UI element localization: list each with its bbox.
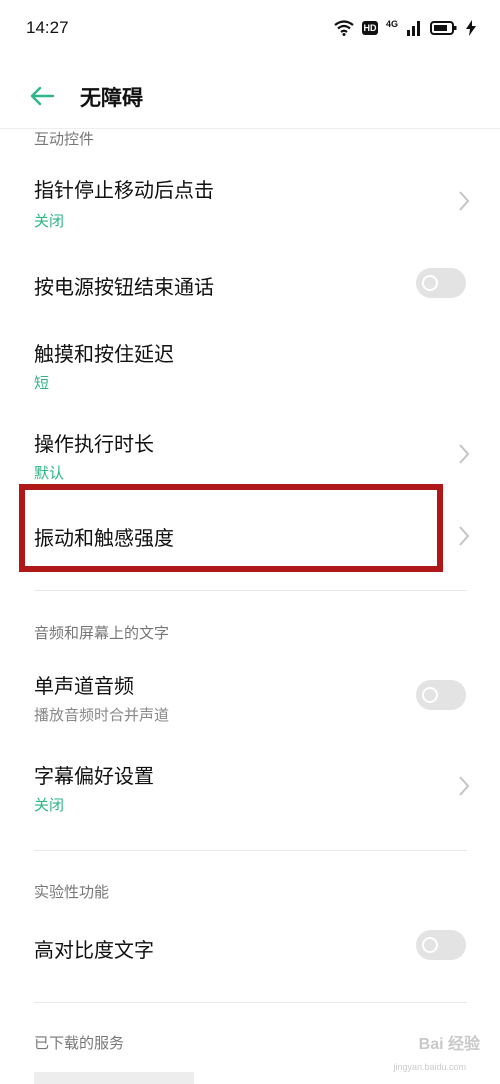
battery-icon bbox=[430, 21, 457, 35]
toggle-knob bbox=[422, 687, 438, 703]
row-title: 按电源按钮结束通话 bbox=[34, 275, 214, 299]
mono-audio-toggle[interactable] bbox=[416, 680, 466, 710]
row-high-contrast-text[interactable]: 高对比度文字 bbox=[0, 910, 500, 982]
charging-icon bbox=[466, 20, 476, 36]
divider bbox=[34, 850, 467, 851]
row-subtitle: 关闭 bbox=[34, 796, 65, 814]
status-bar: 14:27 HD 4G bbox=[0, 0, 500, 60]
row-caption-preferences[interactable]: 字幕偏好设置 关闭 bbox=[0, 746, 500, 826]
watermark: Bai 经验 bbox=[418, 1036, 480, 1053]
row-dwell-click[interactable]: 指针停止移动后点击 关闭 bbox=[0, 160, 500, 240]
chevron-right-icon bbox=[459, 444, 470, 464]
app-header: 无障碍 bbox=[0, 60, 500, 129]
section-header-interaction-controls: 互动控件 bbox=[34, 130, 95, 148]
divider bbox=[34, 1002, 467, 1003]
row-vibration-haptics[interactable]: 振动和触感强度 bbox=[0, 494, 500, 570]
row-title: 触摸和按住延迟 bbox=[34, 342, 174, 366]
row-title: 操作执行时长 bbox=[34, 432, 154, 456]
high-contrast-text-toggle[interactable] bbox=[416, 930, 466, 960]
divider bbox=[34, 590, 467, 591]
arrow-left-icon bbox=[30, 86, 55, 106]
row-power-ends-call[interactable]: 按电源按钮结束通话 bbox=[0, 248, 500, 320]
toggle-knob bbox=[422, 937, 438, 953]
row-title: 字幕偏好设置 bbox=[34, 764, 154, 788]
chevron-right-icon bbox=[459, 776, 470, 796]
row-title: 单声道音频 bbox=[34, 674, 134, 698]
cut-off-row bbox=[34, 1072, 194, 1084]
back-button[interactable] bbox=[26, 80, 58, 112]
toggle-knob bbox=[422, 275, 438, 291]
section-header-audio-text: 音频和屏幕上的文字 bbox=[34, 624, 170, 642]
page-title: 无障碍 bbox=[80, 86, 143, 110]
row-action-duration[interactable]: 操作执行时长 默认 bbox=[0, 412, 500, 492]
section-header-experimental: 实验性功能 bbox=[34, 883, 110, 901]
status-time: 14:27 bbox=[26, 18, 69, 37]
row-subtitle: 默认 bbox=[34, 464, 65, 482]
status-icons: HD 4G bbox=[334, 19, 476, 36]
section-header-downloaded-services: 已下载的服务 bbox=[34, 1034, 125, 1052]
wifi-icon bbox=[334, 20, 354, 36]
row-subtitle: 短 bbox=[34, 374, 50, 392]
signal-icon bbox=[407, 21, 420, 36]
power-ends-call-toggle[interactable] bbox=[416, 268, 466, 298]
row-subtitle: 播放音频时合并声道 bbox=[34, 706, 170, 724]
watermark-url: jingyan.baidu.com bbox=[393, 1062, 466, 1072]
row-mono-audio[interactable]: 单声道音频 播放音频时合并声道 bbox=[0, 656, 500, 736]
chevron-right-icon bbox=[459, 526, 470, 546]
row-title: 振动和触感强度 bbox=[34, 526, 174, 550]
network-type-label: 4G bbox=[385, 19, 398, 29]
row-title: 指针停止移动后点击 bbox=[34, 178, 214, 202]
row-touch-hold-delay[interactable]: 触摸和按住延迟 短 bbox=[0, 322, 500, 404]
hd-icon: HD bbox=[361, 21, 378, 35]
row-subtitle: 关闭 bbox=[34, 212, 65, 230]
row-title: 高对比度文字 bbox=[34, 938, 154, 962]
chevron-right-icon bbox=[459, 191, 470, 211]
